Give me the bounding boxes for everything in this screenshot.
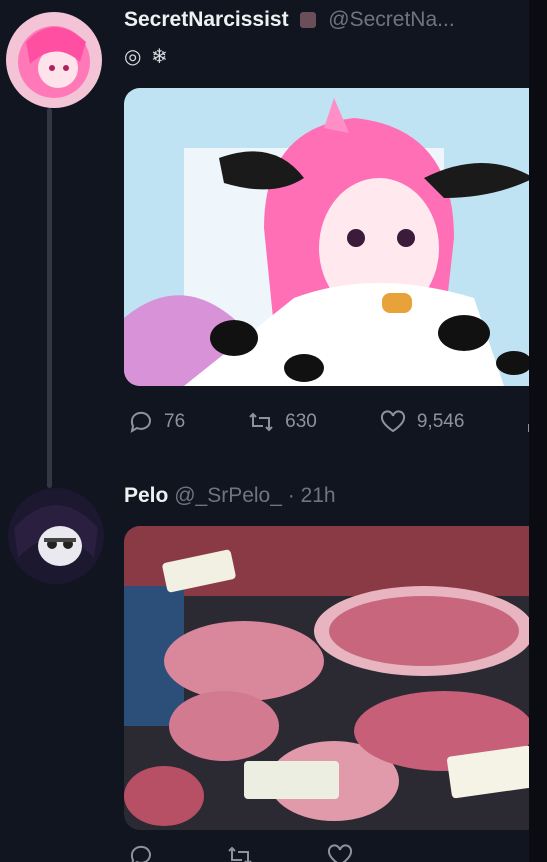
author-name[interactable]: Pelo [124,484,168,507]
retweet-icon [228,846,252,862]
tweet-2[interactable]: Pelo @_SrPelo_ · 21h [0,470,547,862]
tweet-header: Pelo @_SrPelo_ · 21h [124,484,336,508]
avatar[interactable] [6,12,102,108]
author-handle[interactable]: @SecretNa... [328,8,454,31]
avatar[interactable] [8,488,104,584]
profile-badges: ◎ ❄ [124,46,170,68]
tweet-header: SecretNarcissist @SecretNa... [124,8,455,32]
reply-button[interactable]: 76 [128,410,185,434]
retweet-icon [249,412,273,432]
like-count: 9,546 [416,411,465,432]
tweet-actions: 76 630 9,546 [128,410,547,434]
reply-count: 76 [164,411,186,432]
tweet-actions [128,844,426,862]
retweet-count: 630 [285,411,317,432]
retweet-button[interactable] [226,844,264,862]
verified-badge-icon [300,12,317,28]
author-name[interactable]: SecretNarcissist [124,8,289,31]
heart-icon [327,844,353,862]
author-handle[interactable]: @_SrPelo_ · 21h [174,484,335,507]
heart-icon [380,410,405,433]
timeline: SecretNarcissist @SecretNa... ◎ ❄ 76 630… [0,0,547,862]
reply-button[interactable] [128,844,164,862]
like-button[interactable] [326,844,364,862]
screen-edge [529,0,547,862]
retweet-button[interactable]: 630 [247,410,317,434]
like-button[interactable]: 9,546 [379,410,465,434]
tweet-image[interactable] [124,526,547,830]
reply-icon [130,411,151,434]
tweet-image[interactable] [124,88,547,386]
reply-icon [130,845,151,862]
tweet-1[interactable]: SecretNarcissist @SecretNa... ◎ ❄ 76 630… [0,0,547,470]
